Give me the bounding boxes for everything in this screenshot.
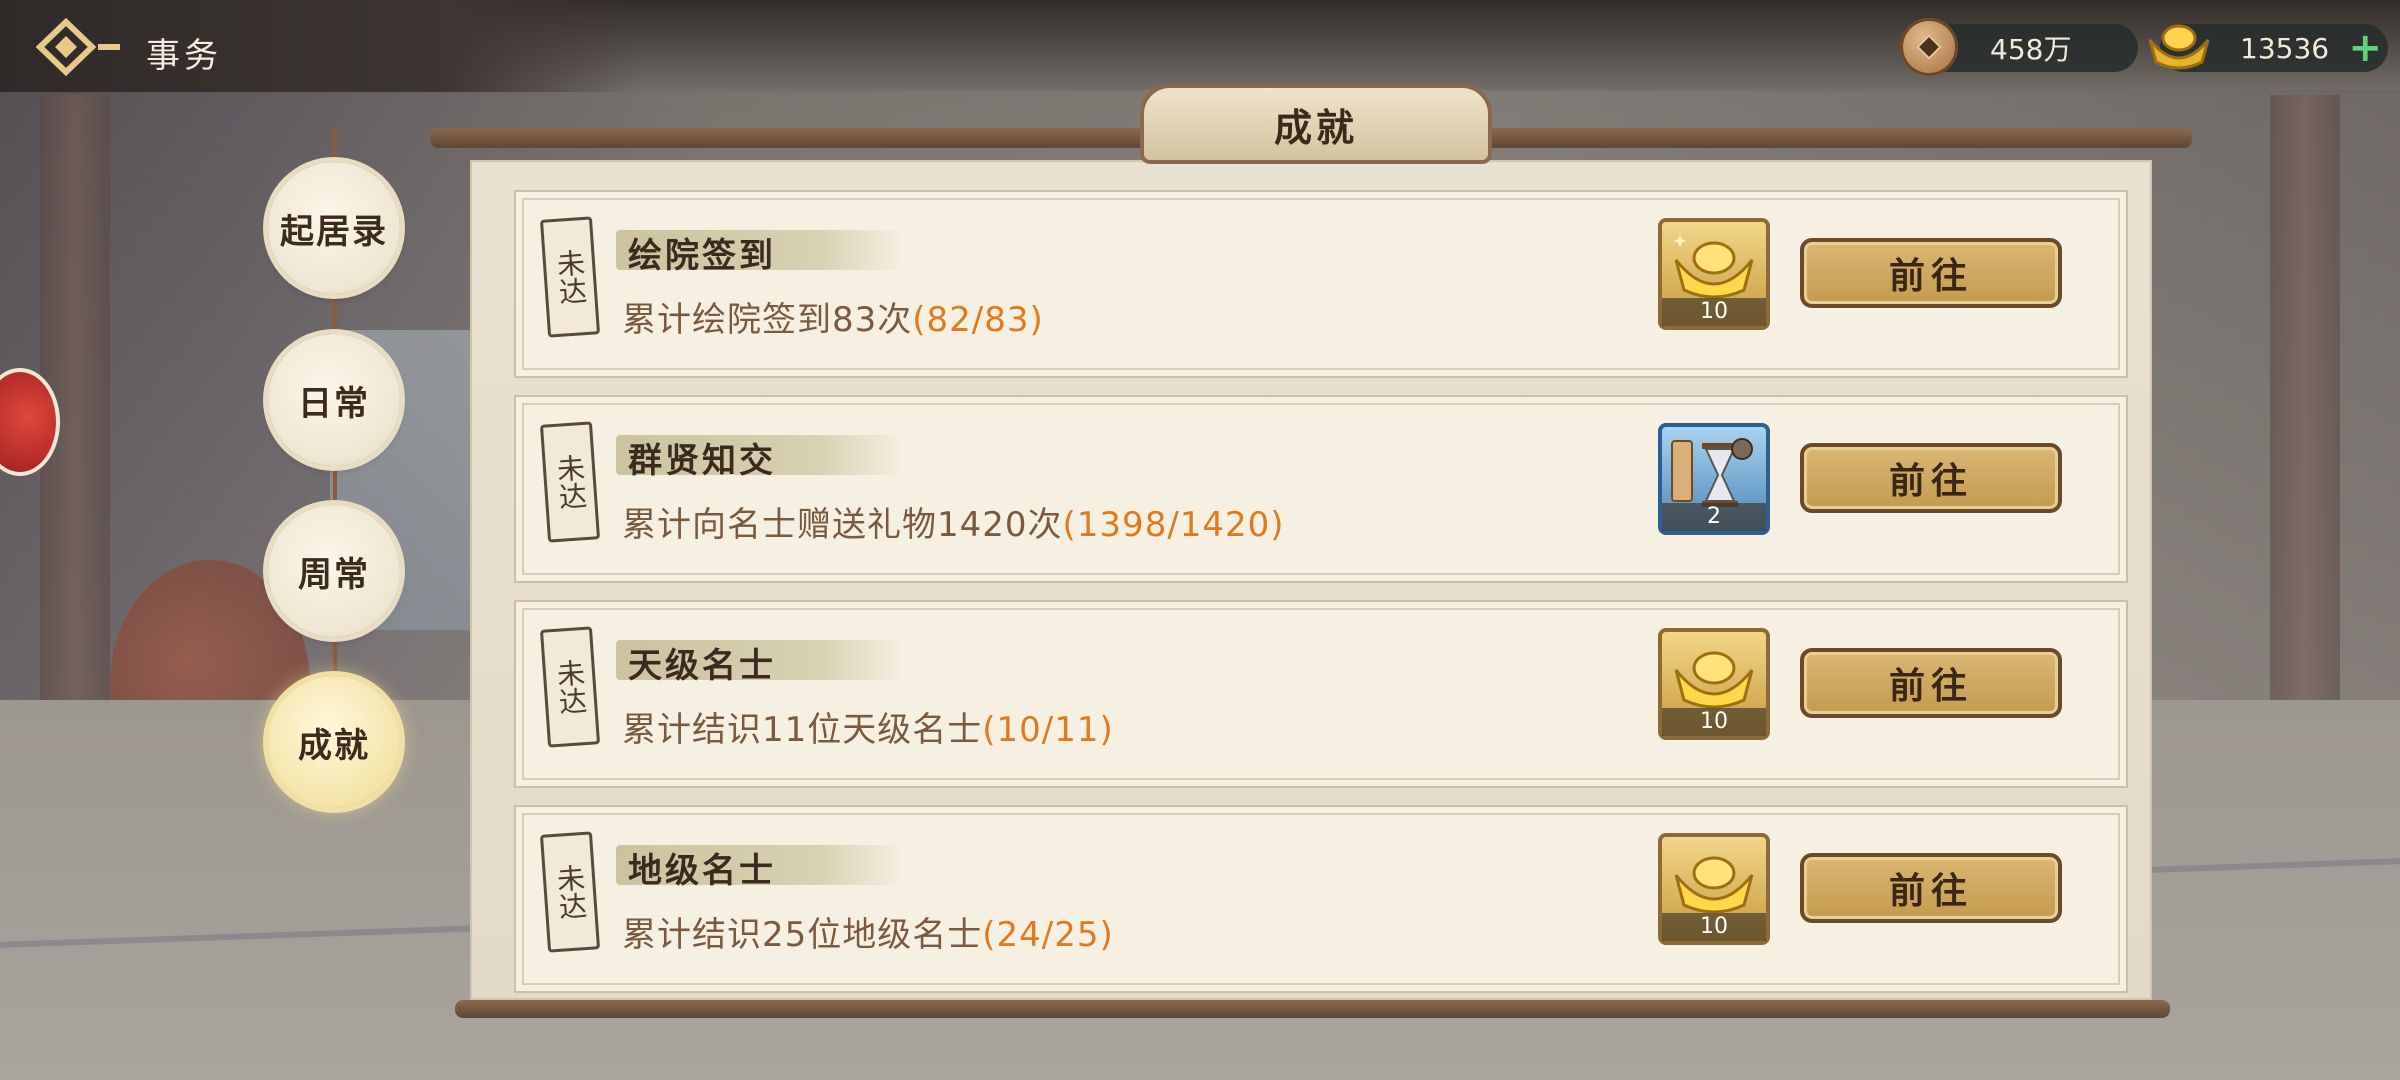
page-title: 事务 [146,36,222,76]
go-button[interactable]: 前往 [1800,648,2062,718]
go-button[interactable]: 前往 [1800,238,2062,308]
panel-title: 成就 [1140,84,1492,164]
status-text: 未达 [552,452,589,512]
reward-item[interactable]: 2 [1658,423,1770,535]
desc-text: 累计结识11位天级名士 [622,710,983,750]
achievement-card: 未达 群贤知交 累计向名士赠送礼物1420次(1398/1420) 2 前往 [514,395,2128,583]
back-button[interactable] [35,17,126,77]
gold-ingot-icon [1674,651,1754,709]
tab-weekly[interactable]: 周常 [268,505,400,637]
tab-achievement[interactable]: 成就 [268,676,400,808]
progress-text: (82/83) [912,300,1044,340]
status-stamp: 未达 [539,831,601,953]
achievement-card: 未达 绘院签到 累计绘院签到83次(82/83) 10 前往 [514,190,2128,378]
gold-ingot-icon [1673,234,1754,299]
tab-daily[interactable]: 日常 [268,334,400,466]
reward-count: 10 [1662,913,1766,941]
tab-label: 起居录 [280,211,388,252]
achievement-card: 未达 地级名士 累计结识25位地级名士(24/25) 10 前往 [514,805,2128,993]
background-pillar [2270,95,2340,795]
status-text: 未达 [552,657,589,717]
desc-text: 累计绘院签到83次 [622,300,913,340]
copper-coin-icon [1900,18,1958,76]
progress-text: (1398/1420) [1062,505,1285,545]
reward-item[interactable]: 10 [1658,833,1770,945]
go-button[interactable]: 前往 [1800,443,2062,513]
achievement-desc: 累计结识11位天级名士(10/11) [622,702,1114,751]
gold-currency: 13536 + [2148,24,2388,72]
tab-qijulu[interactable]: 起居录 [268,162,400,294]
status-stamp: 未达 [539,421,601,543]
achievement-card: 未达 天级名士 累计结识11位天级名士(10/11) 10 前往 [514,600,2128,788]
scroll-rod-bottom [455,1000,2170,1018]
copper-currency: 458万 [1900,18,2138,76]
achievement-title: 群贤知交 [628,441,776,481]
reward-count: 10 [1662,708,1766,736]
status-stamp: 未达 [539,216,601,338]
tab-label: 周常 [298,554,370,595]
copper-value: 458万 [1990,33,2072,66]
reward-item[interactable]: 10 [1658,628,1770,740]
progress-text: (24/25) [982,915,1114,955]
hourglass-icon [1671,438,1753,507]
status-text: 未达 [552,862,589,922]
progress-text: (10/11) [982,710,1114,750]
achievement-title: 地级名士 [628,851,776,891]
desc-text: 累计向名士赠送礼物1420次 [622,505,1063,545]
gold-value: 13536 [2240,31,2330,65]
plus-icon: + [2348,25,2382,71]
gold-ingot-icon [1674,856,1754,914]
tab-label: 日常 [298,383,370,424]
achievement-desc: 累计结识25位地级名士(24/25) [622,907,1114,956]
reward-count: 10 [1662,298,1766,326]
status-stamp: 未达 [539,626,601,748]
achievement-desc: 累计向名士赠送礼物1420次(1398/1420) [622,497,1285,546]
gold-ingot-icon [2148,24,2210,70]
desc-text: 累计结识25位地级名士 [622,915,983,955]
go-button[interactable]: 前往 [1800,853,2062,923]
status-text: 未达 [552,247,589,307]
achievement-title: 天级名士 [628,646,776,686]
reward-item[interactable]: 10 [1658,218,1770,330]
achievement-title: 绘院签到 [628,236,776,276]
back-arrow-icon [35,17,120,77]
add-gold-button[interactable]: + [2348,28,2382,68]
tab-label: 成就 [298,725,370,766]
reward-count: 2 [1662,503,1766,531]
achievement-desc: 累计绘院签到83次(82/83) [622,292,1044,341]
